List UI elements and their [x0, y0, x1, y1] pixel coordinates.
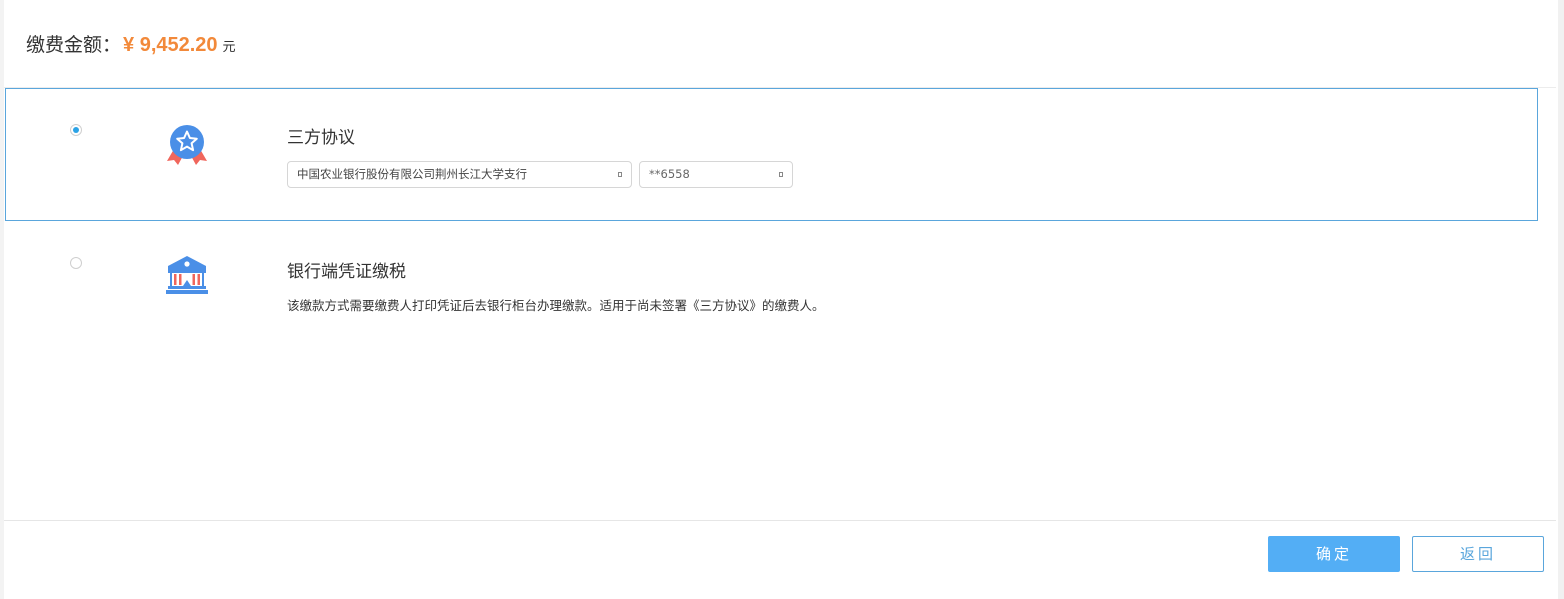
radio-tripartite-agreement[interactable]: [70, 124, 82, 136]
confirm-button[interactable]: 确定: [1268, 536, 1400, 572]
left-edge: [0, 0, 4, 599]
bank-building-icon: [166, 256, 208, 294]
scrollbar-track[interactable]: [1558, 0, 1564, 599]
option-title: 银行端凭证缴税: [287, 262, 406, 282]
option-title: 三方协议: [287, 128, 355, 148]
payment-method-page: 缴费金额： ¥ 9,452.20 元 三方协议 中国农业银行股份有限公司荆州长江…: [0, 0, 1564, 599]
amount-value: ¥ 9,452.20: [123, 34, 218, 56]
footer-divider: [4, 520, 1556, 521]
option-tripartite-agreement[interactable]: 三方协议 中国农业银行股份有限公司荆州长江大学支行 **6558: [5, 88, 1538, 221]
dropdown-arrow-icon: [618, 172, 622, 177]
option-description: 该缴款方式需要缴费人打印凭证后去银行柜台办理缴款。适用于尚未签署《三方协议》的缴…: [287, 298, 825, 313]
award-ribbon-icon: [167, 125, 207, 165]
radio-bank-voucher-tax[interactable]: [70, 257, 82, 269]
dropdown-arrow-icon: [779, 172, 783, 177]
account-select-value: **6558: [649, 167, 690, 181]
back-button[interactable]: 返回: [1412, 536, 1544, 572]
option-bank-voucher-tax[interactable]: 银行端凭证缴税 该缴款方式需要缴费人打印凭证后去银行柜台办理缴款。适用于尚未签署…: [5, 221, 1538, 341]
amount-label: 缴费金额：: [26, 34, 122, 56]
payment-amount-header: 缴费金额： ¥ 9,452.20 元: [26, 30, 236, 62]
account-select[interactable]: **6558: [639, 161, 793, 188]
bank-select[interactable]: 中国农业银行股份有限公司荆州长江大学支行: [287, 161, 632, 188]
amount-unit: 元: [222, 40, 236, 55]
bank-select-value: 中国农业银行股份有限公司荆州长江大学支行: [297, 167, 527, 181]
